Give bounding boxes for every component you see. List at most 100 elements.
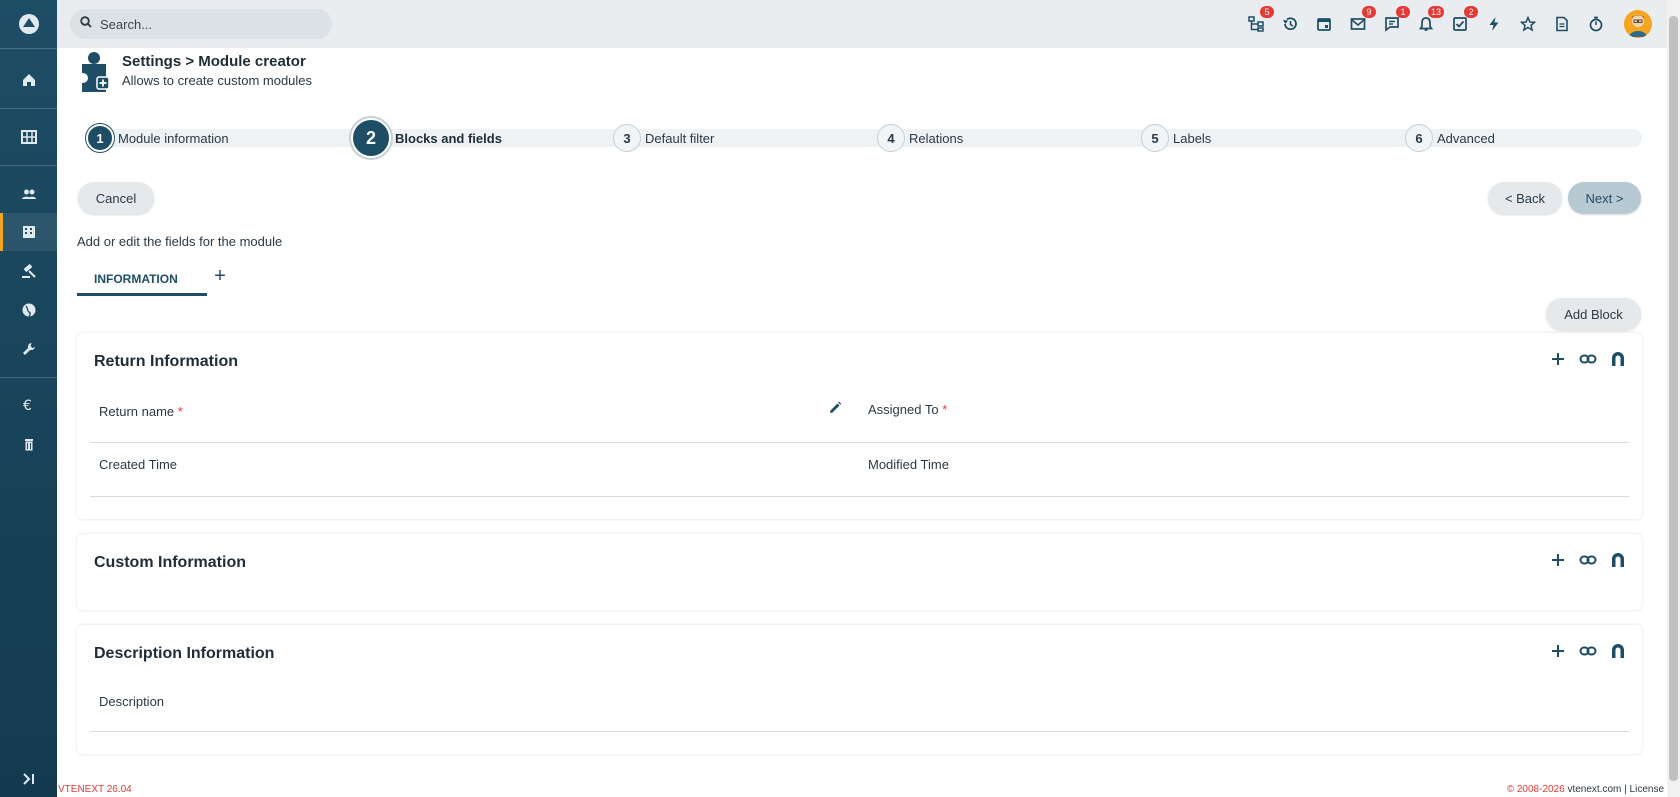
mail-icon[interactable]: 9 — [1346, 6, 1376, 36]
avatar[interactable] — [1624, 10, 1652, 38]
history-icon[interactable] — [1278, 12, 1302, 36]
expand-icon[interactable] — [0, 760, 57, 797]
magnet-icon[interactable] — [1608, 349, 1628, 369]
link-icon[interactable] — [1578, 349, 1598, 369]
step-number: 3 — [613, 124, 641, 152]
block-title: Description Information — [94, 645, 275, 662]
tab-information[interactable]: INFORMATION — [77, 264, 207, 296]
block-custom-information: Custom Information — [77, 534, 1642, 610]
step-number: 2 — [351, 118, 391, 158]
globe-icon[interactable] — [0, 291, 57, 329]
step-label: Relations — [909, 130, 964, 146]
page-subtitle: Allows to create custom modules — [122, 73, 313, 88]
step-label: Module information — [118, 130, 229, 146]
step-default-filter[interactable]: 3 Default filter — [613, 124, 714, 152]
search-icon — [80, 15, 92, 33]
document-icon[interactable] — [1550, 12, 1574, 36]
footer-copyright: © 2008-2026 vtenext.com | License — [1507, 784, 1664, 795]
euro-icon[interactable]: € — [0, 386, 57, 424]
block-title: Return Information — [94, 353, 238, 370]
puzzle-icon — [78, 50, 112, 99]
instructions-text: Add or edit the fields for the module — [77, 234, 283, 249]
chat-icon[interactable]: 1 — [1380, 6, 1410, 36]
top-bar: 5 9 1 13 2 — [57, 0, 1667, 48]
step-number: 1 — [86, 124, 114, 152]
step-number: 4 — [877, 124, 905, 152]
search-input[interactable] — [100, 16, 320, 32]
gavel-icon[interactable] — [0, 252, 57, 290]
field-label: Created Time — [99, 457, 178, 472]
add-block-button[interactable]: Add Block — [1546, 298, 1641, 330]
step-blocks-and-fields[interactable]: 2 Blocks and fields — [351, 118, 502, 158]
building-icon[interactable] — [0, 213, 57, 251]
back-button[interactable]: < Back — [1488, 182, 1562, 214]
calendar-icon[interactable] — [1312, 12, 1336, 36]
site-link[interactable]: vtenext.com — [1567, 784, 1621, 795]
block-actions — [1548, 349, 1628, 369]
trash-icon[interactable] — [0, 425, 57, 463]
add-field-icon[interactable] — [1548, 641, 1568, 661]
step-number: 6 — [1405, 124, 1433, 152]
link-icon[interactable] — [1578, 641, 1598, 661]
field-label: Return name — [99, 404, 175, 419]
star-icon[interactable] — [1516, 12, 1540, 36]
scrollbar-thumb[interactable] — [1669, 16, 1678, 781]
field-description[interactable]: Description — [99, 694, 164, 709]
tab-label: INFORMATION — [94, 271, 178, 286]
mail-badge: 9 — [1362, 6, 1376, 18]
field-label: Assigned To — [868, 402, 939, 417]
required-marker: * — [942, 402, 948, 417]
add-field-icon[interactable] — [1548, 349, 1568, 369]
sidebar: € — [0, 0, 57, 797]
chat-badge: 1 — [1396, 6, 1410, 18]
lightning-icon[interactable] — [1482, 12, 1506, 36]
add-field-icon[interactable] — [1548, 550, 1568, 570]
pencil-edit-icon[interactable] — [828, 401, 842, 420]
link-icon[interactable] — [1578, 550, 1598, 570]
page-title: Settings > Module creator — [122, 53, 306, 70]
home-icon[interactable] — [0, 61, 57, 99]
bell-badge: 13 — [1427, 6, 1444, 18]
task-badge: 2 — [1464, 6, 1478, 18]
cancel-button[interactable]: Cancel — [78, 182, 154, 214]
block-title: Custom Information — [94, 554, 246, 571]
step-labels[interactable]: 5 Labels — [1141, 124, 1211, 152]
footer-separator: | — [1624, 784, 1627, 795]
wrench-icon[interactable] — [0, 330, 57, 368]
license-link[interactable]: License — [1630, 784, 1664, 795]
magnet-icon[interactable] — [1608, 550, 1628, 570]
version-text: VTENEXT 26.04 — [58, 784, 132, 795]
grid-icon[interactable] — [0, 118, 57, 156]
org-chart-icon[interactable]: 5 — [1244, 6, 1274, 36]
step-label: Default filter — [645, 130, 715, 146]
step-relations[interactable]: 4 Relations — [877, 124, 963, 152]
bell-icon[interactable]: 13 — [1414, 6, 1444, 36]
add-tab-button[interactable]: + — [210, 264, 230, 288]
step-label: Blocks and fields — [395, 130, 502, 146]
app-logo[interactable] — [0, 0, 57, 48]
step-label: Advanced — [1437, 130, 1495, 146]
block-return-information: Return Information Return name * Assigne… — [77, 333, 1642, 519]
block-description-information: Description Information Description — [77, 625, 1642, 754]
step-module-information[interactable]: 1 Module information — [86, 124, 229, 152]
field-label: Modified Time — [868, 457, 949, 472]
plus-icon: + — [214, 264, 226, 287]
next-button[interactable]: Next > — [1568, 182, 1641, 214]
search-box[interactable] — [70, 9, 332, 39]
users-icon[interactable] — [0, 175, 57, 213]
field-label: Description — [99, 694, 165, 709]
field-modified-time[interactable]: Modified Time — [868, 457, 949, 472]
field-created-time[interactable]: Created Time — [99, 457, 177, 472]
field-return-name[interactable]: Return name * — [99, 404, 183, 419]
copyright-text: © 2008-2026 — [1506, 784, 1565, 795]
svg-text:€: € — [23, 398, 32, 413]
org-chart-badge: 5 — [1260, 6, 1274, 18]
step-advanced[interactable]: 6 Advanced — [1405, 124, 1495, 152]
step-number: 5 — [1141, 124, 1169, 152]
field-assigned-to[interactable]: Assigned To * — [868, 402, 947, 417]
required-marker: * — [177, 404, 183, 419]
block-actions — [1548, 641, 1628, 661]
magnet-icon[interactable] — [1608, 641, 1628, 661]
stopwatch-icon[interactable] — [1584, 12, 1608, 36]
task-check-icon[interactable]: 2 — [1448, 6, 1478, 36]
